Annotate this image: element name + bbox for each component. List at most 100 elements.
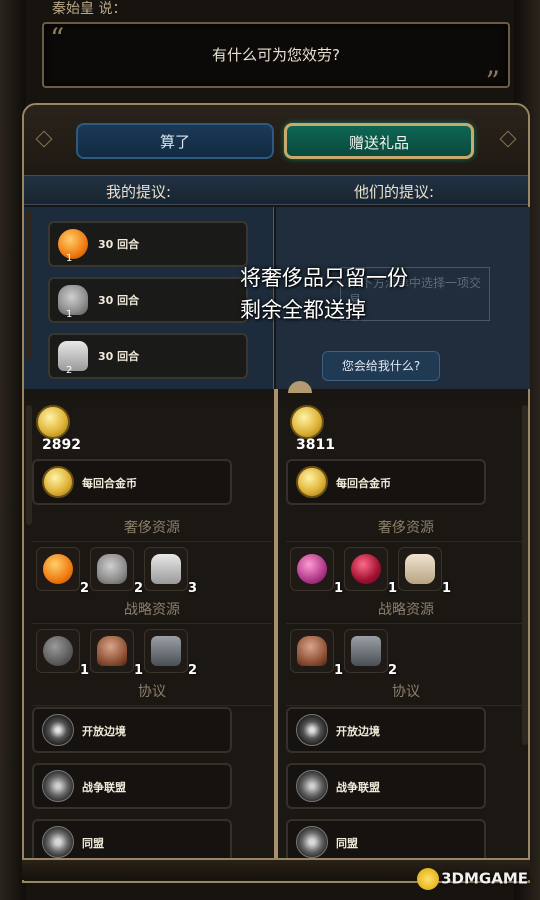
luxury-resource-tile[interactable]: 2 [36,547,89,596]
item-count: 1 [441,581,451,596]
luxury-resource-tile[interactable]: 3 [144,547,197,596]
scrollbar[interactable] [26,209,32,359]
their-resources-column: 3811 每回合金币 奢侈资源 1 1 1 战略资源 1 2 协议 开放边境 战… [278,401,528,865]
strategic-resource-tile[interactable]: 1 [36,629,89,678]
item-label: 战争联盟 [336,781,380,794]
gift-button[interactable]: 赠送礼品 [284,123,474,159]
section-title-agreements: 协议 [286,681,526,706]
section-title-agreements: 协议 [32,681,272,706]
item-count: 1 [387,581,397,596]
alliance-icon [296,826,328,858]
gold-coin-icon [36,405,70,439]
open-borders-icon [296,714,328,746]
section-title-strategic: 战略资源 [32,599,272,624]
gold-coin-icon [296,466,328,498]
crossed-swords-icon [296,770,328,802]
caption-line: 将奢侈品只留一份 [240,266,408,290]
dialogue-box: “ 有什么可为您效劳? ” [42,22,510,98]
item-count: 1 [133,663,143,678]
perfume-icon [297,554,327,584]
section-title-luxury: 奢侈资源 [286,517,526,542]
caption-overlay: 将奢侈品只留一份 剩余全都送掉 [240,262,408,326]
open-borders-icon [42,714,74,746]
item-count: 1 [333,581,343,596]
item-count: 2 [79,581,89,596]
ivory-icon [405,554,435,584]
luxury-resource-tile[interactable]: 1 [398,547,451,596]
item-count: 2 [133,581,143,596]
agreement-war-alliance[interactable]: 战争联盟 [286,763,486,809]
quote-close-mark: ” [485,65,500,98]
gold-per-turn-item[interactable]: 每回合金币 [286,459,486,505]
section-title-luxury: 奢侈资源 [32,517,272,542]
luxury-resource-tile[interactable]: 2 [90,547,143,596]
my-resources-column: 2892 每回合金币 奢侈资源 2 2 3 战略资源 1 1 2 协议 开放边境… [24,401,274,865]
orange-icon [58,229,88,259]
watermark-text: 3DMGAME [441,869,528,888]
item-count: 2 [387,663,397,678]
caption-line: 剩余全都送掉 [240,298,366,322]
item-label: 同盟 [82,837,104,850]
item-label: 开放边境 [336,725,380,738]
my-offer-item[interactable]: 1 30 回合 [48,221,248,267]
item-duration: 30 回合 [98,350,140,363]
item-count: 1 [66,253,73,264]
gold-tile[interactable]: 2892 [32,403,81,453]
iron-icon [151,636,181,666]
item-label: 每回合金币 [82,477,137,490]
cancel-button[interactable]: 算了 [76,123,274,159]
horse-icon [97,636,127,666]
my-offer-panel: 1 30 回合 1 30 回合 2 30 回合 [24,207,274,389]
stone-icon [43,636,73,666]
column-divider [274,389,278,873]
dialogue-text: 有什么可为您效劳? [212,46,340,64]
item-label: 开放边境 [82,725,126,738]
horse-icon [297,636,327,666]
watermark-logo-icon [417,868,440,890]
item-count: 1 [79,663,89,678]
item-label: 同盟 [336,837,358,850]
elephant-icon [58,285,88,315]
salt-icon [151,554,181,584]
luxury-resource-tile[interactable]: 1 [290,547,343,596]
gold-amount: 3811 [296,437,335,453]
speaker-name: 秦始皇 说： [52,1,127,17]
salt-icon [58,341,88,371]
item-count: 2 [187,663,197,678]
offer-headers: 我的提议: 他们的提议: [24,175,528,205]
strategic-resource-tile[interactable]: 1 [290,629,343,678]
alliance-icon [42,826,74,858]
gold-tile[interactable]: 3811 [286,403,335,453]
crossed-swords-icon [42,770,74,802]
agreement-open-borders[interactable]: 开放边境 [286,707,486,753]
elephant-icon [97,554,127,584]
agreement-war-alliance[interactable]: 战争联盟 [32,763,232,809]
luxury-resource-tile[interactable]: 1 [344,547,397,596]
section-title-strategic: 战略资源 [286,599,526,624]
strategic-resource-tile[interactable]: 1 [90,629,143,678]
gold-amount: 2892 [42,437,81,453]
strategic-resource-tile[interactable]: 2 [144,629,197,678]
item-count: 3 [187,581,197,596]
item-label: 战争联盟 [82,781,126,794]
item-count: 1 [333,663,343,678]
my-offer-header: 我的提议: [106,183,172,201]
trade-topbar: 算了 赠送礼品 [24,105,528,175]
diamond-ornament-icon [35,130,53,148]
diamond-ornament-icon [499,130,517,148]
iron-icon [351,636,381,666]
trade-panel: 算了 赠送礼品 我的提议: 他们的提议: 1 30 回合 1 30 回合 2 3… [22,103,530,883]
their-offer-header: 他们的提议: [354,183,435,201]
my-offer-item[interactable]: 2 30 回合 [48,333,248,379]
strategic-resource-tile[interactable]: 2 [344,629,397,678]
my-offer-item[interactable]: 1 30 回合 [48,277,248,323]
watermark: 3DMGAME [417,868,528,890]
agreement-open-borders[interactable]: 开放边境 [32,707,232,753]
item-duration: 30 回合 [98,294,140,307]
silk-icon [351,554,381,584]
what-will-you-give-button[interactable]: 您会给我什么? [322,351,440,381]
item-count: 2 [66,365,73,376]
item-duration: 30 回合 [98,238,140,251]
gold-per-turn-item[interactable]: 每回合金币 [32,459,232,505]
item-label: 每回合金币 [336,477,391,490]
